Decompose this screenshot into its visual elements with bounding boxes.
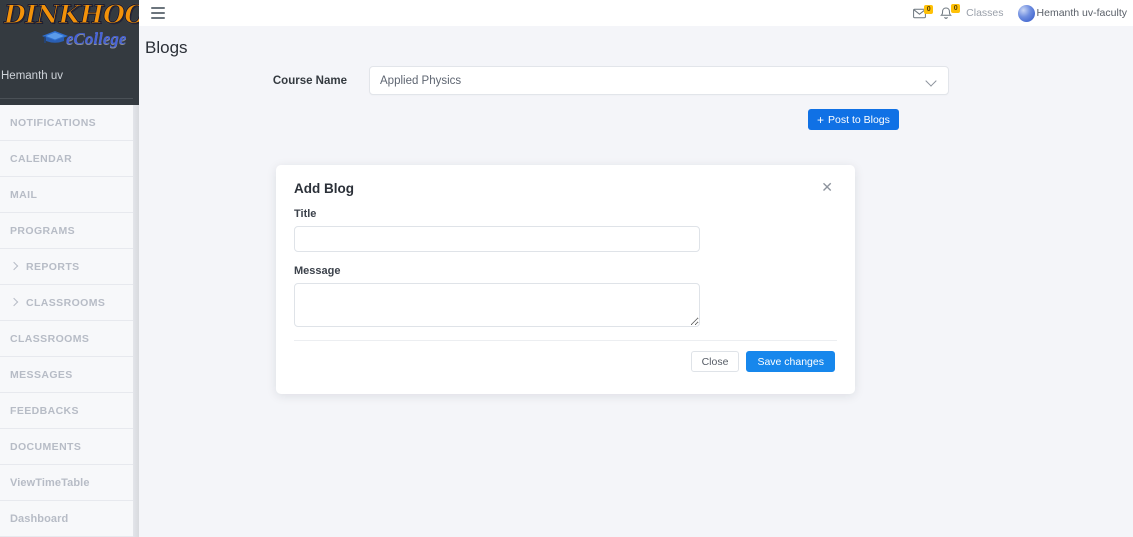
- sidebar-item-messages[interactable]: MESSAGES: [0, 353, 139, 393]
- brand-logo[interactable]: DINKHOO! eCollege: [0, 0, 139, 62]
- sidebar-item-classrooms[interactable]: CLASSROOMS: [0, 281, 139, 321]
- notifications-button[interactable]: 0: [940, 3, 961, 20]
- sidebar-item-label: DOCUMENTS: [10, 440, 82, 453]
- brand-subname: eCollege: [66, 29, 127, 48]
- save-changes-button[interactable]: Save changes: [746, 351, 835, 372]
- mail-button[interactable]: 0: [913, 4, 934, 19]
- classes-link[interactable]: Classes: [966, 7, 1003, 19]
- graduation-cap-icon: [42, 31, 68, 43]
- sidebar-item-documents[interactable]: DOCUMENTS: [0, 425, 139, 465]
- sidebar-item-dashboard[interactable]: Dashboard: [0, 497, 139, 537]
- post-to-blogs-button[interactable]: + Post to Blogs: [808, 109, 899, 130]
- message-field-group: Message: [294, 265, 837, 327]
- sidebar-item-label: NOTIFICATIONS: [10, 116, 97, 129]
- close-icon[interactable]: ✕: [815, 179, 839, 195]
- sidebar-item-label: MAIL: [10, 188, 38, 201]
- message-textarea[interactable]: [294, 283, 700, 327]
- title-label: Title: [294, 208, 317, 220]
- main-content: Blogs Course Name Applied Physics + Post…: [139, 26, 1133, 537]
- course-name-label: Course Name: [272, 74, 347, 87]
- sidebar-header-divider: [0, 98, 133, 99]
- sidebar-item-label: PROGRAMS: [10, 224, 76, 237]
- modal-header: Add Blog ✕: [276, 165, 855, 196]
- sidebar-item-label: CALENDAR: [10, 152, 73, 165]
- close-button[interactable]: Close: [690, 351, 740, 372]
- chevron-right-icon: [10, 262, 20, 272]
- chevron-right-icon: [10, 298, 20, 308]
- modal-body: Title Message: [276, 196, 855, 327]
- sidebar-item-label: Dashboard: [10, 512, 69, 525]
- course-name-selected-value: Applied Physics: [380, 74, 462, 87]
- course-selector-row: Course Name Applied Physics: [139, 66, 1133, 95]
- page-title: Blogs: [145, 38, 188, 57]
- sidebar-item-label: ViewTimeTable: [10, 476, 90, 489]
- avatar: [1017, 4, 1035, 22]
- sidebar-item-label: CLASSROOMS: [26, 296, 106, 309]
- sidebar-item-label: CLASSROOMS: [10, 332, 90, 345]
- course-name-select[interactable]: Applied Physics: [369, 66, 949, 95]
- sidebar-username: Hemanth uv: [1, 70, 64, 82]
- sidebar-nav: NOTIFICATIONS CALENDAR MAIL PROGRAMS REPORTS…: [0, 105, 139, 537]
- message-label: Message: [294, 265, 341, 277]
- modal-footer: Close Save changes: [276, 341, 855, 394]
- sidebar-item-calendar[interactable]: CALENDAR: [0, 137, 139, 177]
- brand-name: DINKHOO!: [3, 0, 139, 30]
- sidebar-item-notifications[interactable]: NOTIFICATIONS: [0, 105, 139, 141]
- title-input[interactable]: [294, 226, 700, 252]
- mail-badge: 0: [924, 4, 934, 14]
- post-to-blogs-label: Post to Blogs: [828, 113, 890, 126]
- sidebar-item-classrooms[interactable]: CLASSROOMS: [0, 317, 139, 357]
- sidebar-item-label: FEEDBACKS: [10, 404, 79, 417]
- app-root: DINKHOO! eCollege Hemanth uv NOTIFICATIO…: [0, 0, 1133, 537]
- sidebar-header: DINKHOO! eCollege Hemanth uv: [0, 0, 139, 105]
- notification-badge: 0: [951, 3, 961, 13]
- sidebar-item-programs[interactable]: PROGRAMS: [0, 209, 139, 249]
- sidebar: DINKHOO! eCollege Hemanth uv NOTIFICATIO…: [0, 0, 139, 537]
- add-blog-modal: Add Blog ✕ Title Message Close Save chan…: [276, 165, 855, 394]
- sidebar-item-label: REPORTS: [26, 260, 80, 273]
- title-field-group: Title: [294, 208, 837, 252]
- sidebar-item-label: MESSAGES: [10, 368, 73, 381]
- user-menu[interactable]: Hemanth uv-faculty: [1017, 4, 1131, 22]
- hamburger-icon[interactable]: [151, 7, 165, 19]
- sidebar-item-reports[interactable]: REPORTS: [0, 245, 139, 285]
- sidebar-item-feedbacks[interactable]: FEEDBACKS: [0, 389, 139, 429]
- top-bar-actions: 0 0 Classes Hemanth uv-faculty: [913, 3, 1133, 22]
- modal-title: Add Blog: [294, 181, 354, 196]
- sidebar-item-viewtimetable[interactable]: ViewTimeTable: [0, 461, 139, 501]
- top-bar: 0 0 Classes Hemanth uv-faculty: [139, 0, 1133, 26]
- plus-icon: +: [817, 112, 825, 127]
- user-name-label: Hemanth uv-faculty: [1036, 7, 1127, 19]
- chevron-down-icon: [927, 77, 936, 86]
- sidebar-item-mail[interactable]: MAIL: [0, 173, 139, 213]
